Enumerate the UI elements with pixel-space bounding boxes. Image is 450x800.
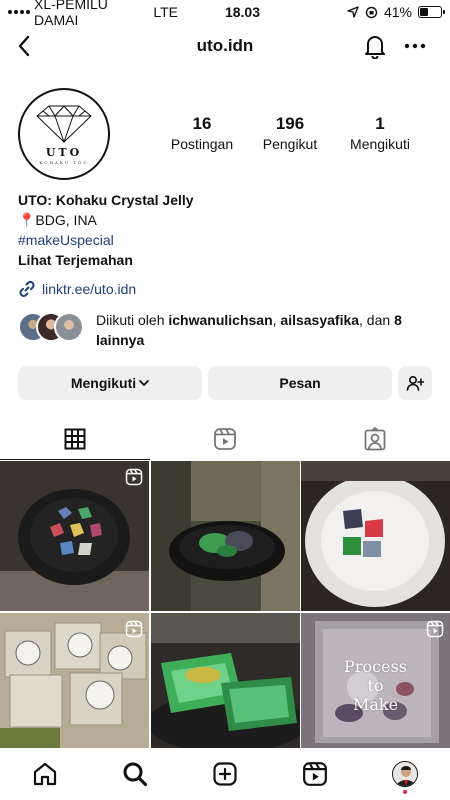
signal-icon [8,10,30,14]
bottom-navigation [0,748,450,800]
tagged-icon [364,427,386,451]
status-time: 18.03 [224,4,260,20]
stat-value: 196 [275,114,305,133]
battery-icon [418,6,445,18]
reels-nav-icon [303,762,327,786]
mutual-follower-name: ichwanulichsan [168,312,273,328]
post-overlay-text: Process to Make [301,657,450,714]
chevron-down-icon [139,380,150,386]
stat-following[interactable]: 1 Mengikuti [336,114,424,152]
bell-icon [365,36,385,59]
post-thumbnail[interactable]: Process to Make [301,613,450,748]
battery-fill [420,8,429,16]
more-horizontal-icon [404,43,426,49]
nav-search[interactable] [115,754,155,794]
message-button[interactable]: Pesan [208,366,392,400]
battery-percent: 41% [383,4,412,20]
followed-by-prefix: Diikuti oleh [96,312,165,328]
location-icon [347,6,359,18]
home-icon [33,762,57,786]
following-button[interactable]: Mengikuti [18,366,202,400]
bio-hashtag-link[interactable]: #makeUspecial [18,230,438,250]
reel-badge-icon [426,620,444,638]
post-grid: Process to Make [0,461,450,748]
nav-home[interactable] [25,754,65,794]
overlay-word: to [367,676,384,695]
logo-brand-text: UTO [45,145,83,159]
followed-by-row[interactable]: Diikuti oleh ichwanulichsan, ailsasyafik… [18,310,438,350]
post-thumbnail[interactable] [0,461,149,611]
profile-content-tabs [0,418,450,460]
profile-display-name: UTO: Kohaku Crystal Jelly [18,192,194,208]
more-options-button[interactable] [402,32,428,60]
add-person-icon [406,375,424,391]
post-thumbnail[interactable] [150,461,300,611]
profile-link[interactable]: linktr.ee/uto.idn [18,280,136,298]
post-thumbnail[interactable] [0,613,149,748]
stat-label: Mengikuti [350,136,410,152]
mutual-follower-avatars [18,310,90,344]
profile-bio: UTO: Kohaku Crystal Jelly 📍BDG, INA #mak… [18,190,438,270]
nav-create[interactable] [205,754,245,794]
suggested-accounts-button[interactable] [398,366,432,400]
stat-label: Pengikut [262,136,318,152]
carrier-label: XL-PEMILU DAMAI [34,0,108,28]
post-image [301,461,450,611]
nav-reels[interactable] [295,754,335,794]
tab-reels[interactable] [150,418,300,460]
diamond-logo-icon [36,104,92,144]
profile-photo [393,762,417,786]
followed-by-connector: , dan [359,312,391,328]
avatar [392,761,418,787]
reel-badge-icon [125,620,143,638]
nav-profile[interactable] [385,754,425,794]
notifications-button[interactable] [362,32,388,60]
back-button[interactable] [12,32,36,60]
see-translation-link[interactable]: Lihat Terjemahan [18,250,438,270]
tab-tagged[interactable] [300,418,450,460]
profile-location: 📍BDG, INA [18,212,97,228]
tab-posts-grid[interactable] [0,418,150,460]
stat-posts[interactable]: 16 Postingan [160,114,244,152]
post-thumbnail[interactable] [150,613,300,748]
profile-header: uto.idn [0,28,450,64]
profile-stats: 16 Postingan 196 Pengikut 1 Mengikuti [160,114,430,152]
chevron-left-icon [18,35,30,57]
notification-dot [403,790,407,794]
followed-by-text: Diikuti oleh ichwanulichsan, ailsasyafik… [96,312,402,348]
overlay-word: Make [352,695,399,714]
stat-value: 16 [192,114,212,133]
following-button-label: Mengikuti [70,375,137,391]
reels-icon [214,428,236,450]
orientation-lock-icon [365,6,378,18]
stat-followers[interactable]: 196 Pengikut [244,114,336,152]
profile-link-text[interactable]: linktr.ee/uto.idn [42,281,136,297]
overlay-word: Process [344,657,407,676]
create-icon [213,762,237,786]
message-button-label: Pesan [279,375,321,391]
grid-icon [64,428,86,449]
network-label: LTE [153,4,178,20]
reel-badge-icon [125,468,143,486]
stat-label: Postingan [170,136,234,152]
avatar [54,312,84,342]
logo-subtitle-text: KOHAKU TOU [39,159,89,165]
status-bar: XL-PEMILU DAMAI LTE 18.03 41% [0,0,450,28]
post-image [150,613,300,748]
post-thumbnail[interactable] [301,461,450,611]
profile-avatar[interactable]: UTO KOHAKU TOU [18,88,110,180]
mutual-follower-name: ailsasyafika [280,312,360,328]
link-icon [19,281,35,297]
search-icon [123,762,148,787]
profile-actions: Mengikuti Pesan [18,366,432,400]
post-image [150,461,300,611]
stat-value: 1 [375,114,385,133]
